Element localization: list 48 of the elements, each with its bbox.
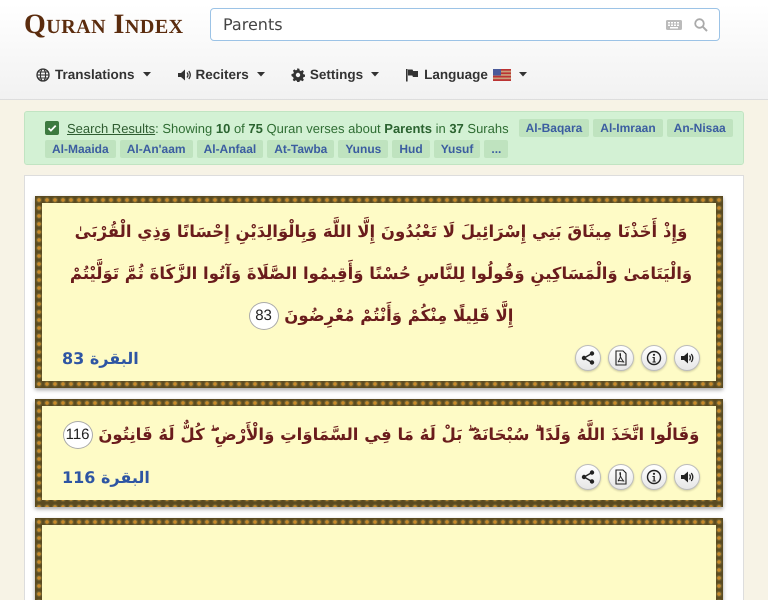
speaker-icon <box>679 469 695 485</box>
pdf-button[interactable] <box>608 345 634 371</box>
verse-reference-link[interactable]: البقرة 116 <box>62 468 150 486</box>
caret-icon <box>518 72 527 77</box>
audio-button[interactable] <box>674 464 700 490</box>
pdf-button[interactable] <box>608 464 634 490</box>
surah-tag[interactable]: Yunus <box>338 140 388 158</box>
surah-tag[interactable]: Al-An'aam <box>120 140 193 158</box>
share-icon <box>580 469 596 485</box>
surah-tag[interactable]: At-Tawba <box>267 140 334 158</box>
surah-tag[interactable]: Al-Baqara <box>518 119 590 137</box>
globe-icon <box>36 68 50 82</box>
speaker-icon <box>679 350 695 366</box>
flag-icon <box>492 68 511 80</box>
nav-menu-button[interactable]: Language <box>403 65 529 84</box>
share-icon <box>580 350 596 366</box>
verse-reference-link[interactable]: البقرة 83 <box>62 348 139 368</box>
info-icon <box>646 469 662 485</box>
gear-icon <box>290 68 305 82</box>
audio-button[interactable] <box>674 345 700 371</box>
surah-tag[interactable]: Al-Anfaal <box>196 140 264 158</box>
nav-menu-button[interactable]: Settings <box>288 65 382 84</box>
results-summary: : Showing 10 of 75 Quran verses about Parents in 37 Surahs <box>155 120 509 136</box>
surah-tag[interactable]: Yusuf <box>434 140 480 158</box>
info-button[interactable] <box>641 464 667 490</box>
speaker-icon <box>176 68 191 82</box>
caret-icon <box>256 72 265 77</box>
caret-icon <box>371 72 380 77</box>
info-button[interactable] <box>641 345 667 371</box>
share-button[interactable] <box>575 345 601 371</box>
surah-tag[interactable]: An-Nisaa <box>666 119 733 137</box>
share-button[interactable] <box>575 464 601 490</box>
nav-menu-button[interactable]: Translations <box>34 65 153 84</box>
caret-icon <box>142 72 151 77</box>
checkbox[interactable] <box>45 121 59 135</box>
pdf-icon <box>613 469 629 485</box>
verse-number: 83 <box>248 302 279 330</box>
search-results-link[interactable]: Search Results <box>67 120 156 136</box>
surah-tag[interactable]: ... <box>484 140 508 158</box>
surah-tag[interactable]: Hud <box>392 140 430 158</box>
flag-icon <box>405 68 420 82</box>
site-logo[interactable]: Quran Index <box>24 8 188 40</box>
surah-tag[interactable]: Al-Maaida <box>45 140 116 158</box>
nav-menu-button[interactable]: Reciters <box>174 65 267 84</box>
verse-number: 116 <box>62 421 93 450</box>
info-icon <box>646 350 662 366</box>
surah-tag[interactable]: Al-Imraan <box>593 119 663 137</box>
pdf-icon <box>613 350 629 366</box>
